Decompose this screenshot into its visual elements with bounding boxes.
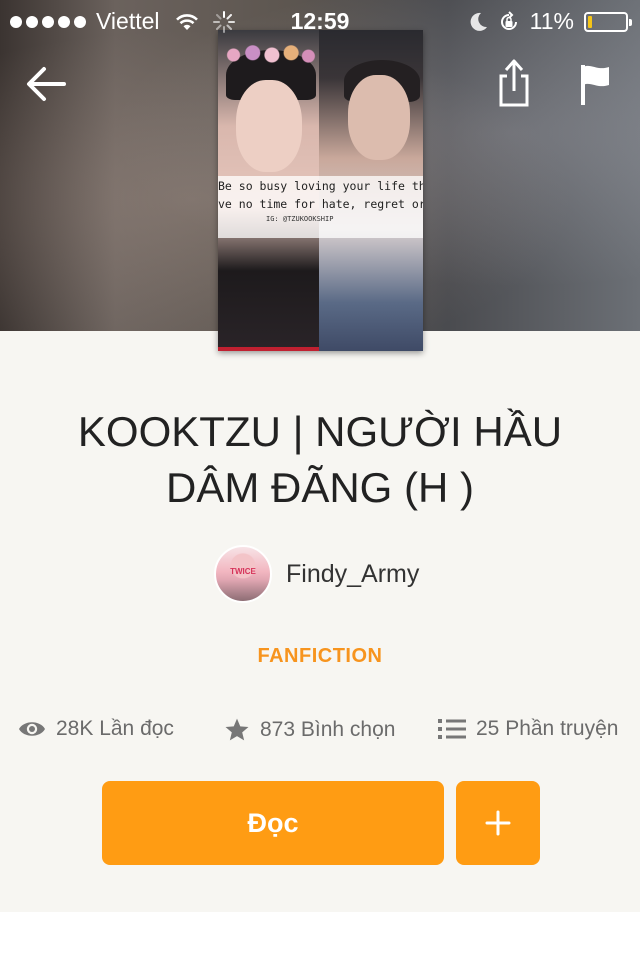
story-cover[interactable]: Be so busy loving your life that y ve no… [218,30,423,351]
eye-icon [19,722,45,736]
battery-percent: 11% [529,8,574,34]
battery-fill [588,15,592,28]
add-to-library-button[interactable] [456,781,540,865]
votes-stat: 873 Bình chọn [224,717,395,743]
back-button[interactable] [20,60,72,108]
arrow-left-icon [27,67,66,101]
parts-stat: 25 Phần truyện [438,717,618,741]
flag-icon [581,65,609,105]
parts-count: 25 Phần truyện [476,717,619,740]
avatar [214,545,272,603]
report-button[interactable] [574,60,614,108]
flower-crown [222,44,318,66]
plus-icon [485,810,511,836]
story-stats: 28K Lần đọc 873 Bình chọn 25 Phần truyện [18,717,640,751]
cover-strip [218,347,319,351]
author-link[interactable]: Findy_Army [214,545,419,603]
reads-count: 28K Lần đọc [56,717,174,740]
cover-quote-line: ve no time for hate, regret or fe [218,197,423,211]
cover-credit: IG: @TZUKOOKSHIP [266,215,334,223]
cover-quote-line: Be so busy loving your life that y [218,179,423,193]
share-button[interactable] [492,56,536,110]
read-button[interactable]: Đọc [102,781,444,865]
category-label[interactable]: FANFICTION [0,645,640,668]
votes-count: 873 Bình chọn [260,718,396,741]
status-bar: Viettel 12:59 11% [0,0,640,40]
moon-icon [470,12,487,31]
list-icon [438,719,466,739]
story-title-line: KOOKTZU | NGƯỜI HẦU [77,408,563,455]
reads-stat: 28K Lần đọc [18,717,174,741]
author-name: Findy_Army [286,559,420,588]
rotation-lock-icon [500,10,517,30]
status-right: 11% [468,8,632,35]
story-title: KOOKTZU | NGƯỜI HẦU DÂM ĐÃNG (H ) [40,404,600,516]
battery-icon [584,11,632,32]
cover-decoration [348,75,410,160]
star-icon [225,718,249,741]
share-icon [499,59,529,107]
cover-decoration [236,80,302,172]
cover-quote: Be so busy loving your life that y ve no… [218,176,423,238]
story-title-line: DÂM ĐÃNG (H ) [166,464,474,511]
